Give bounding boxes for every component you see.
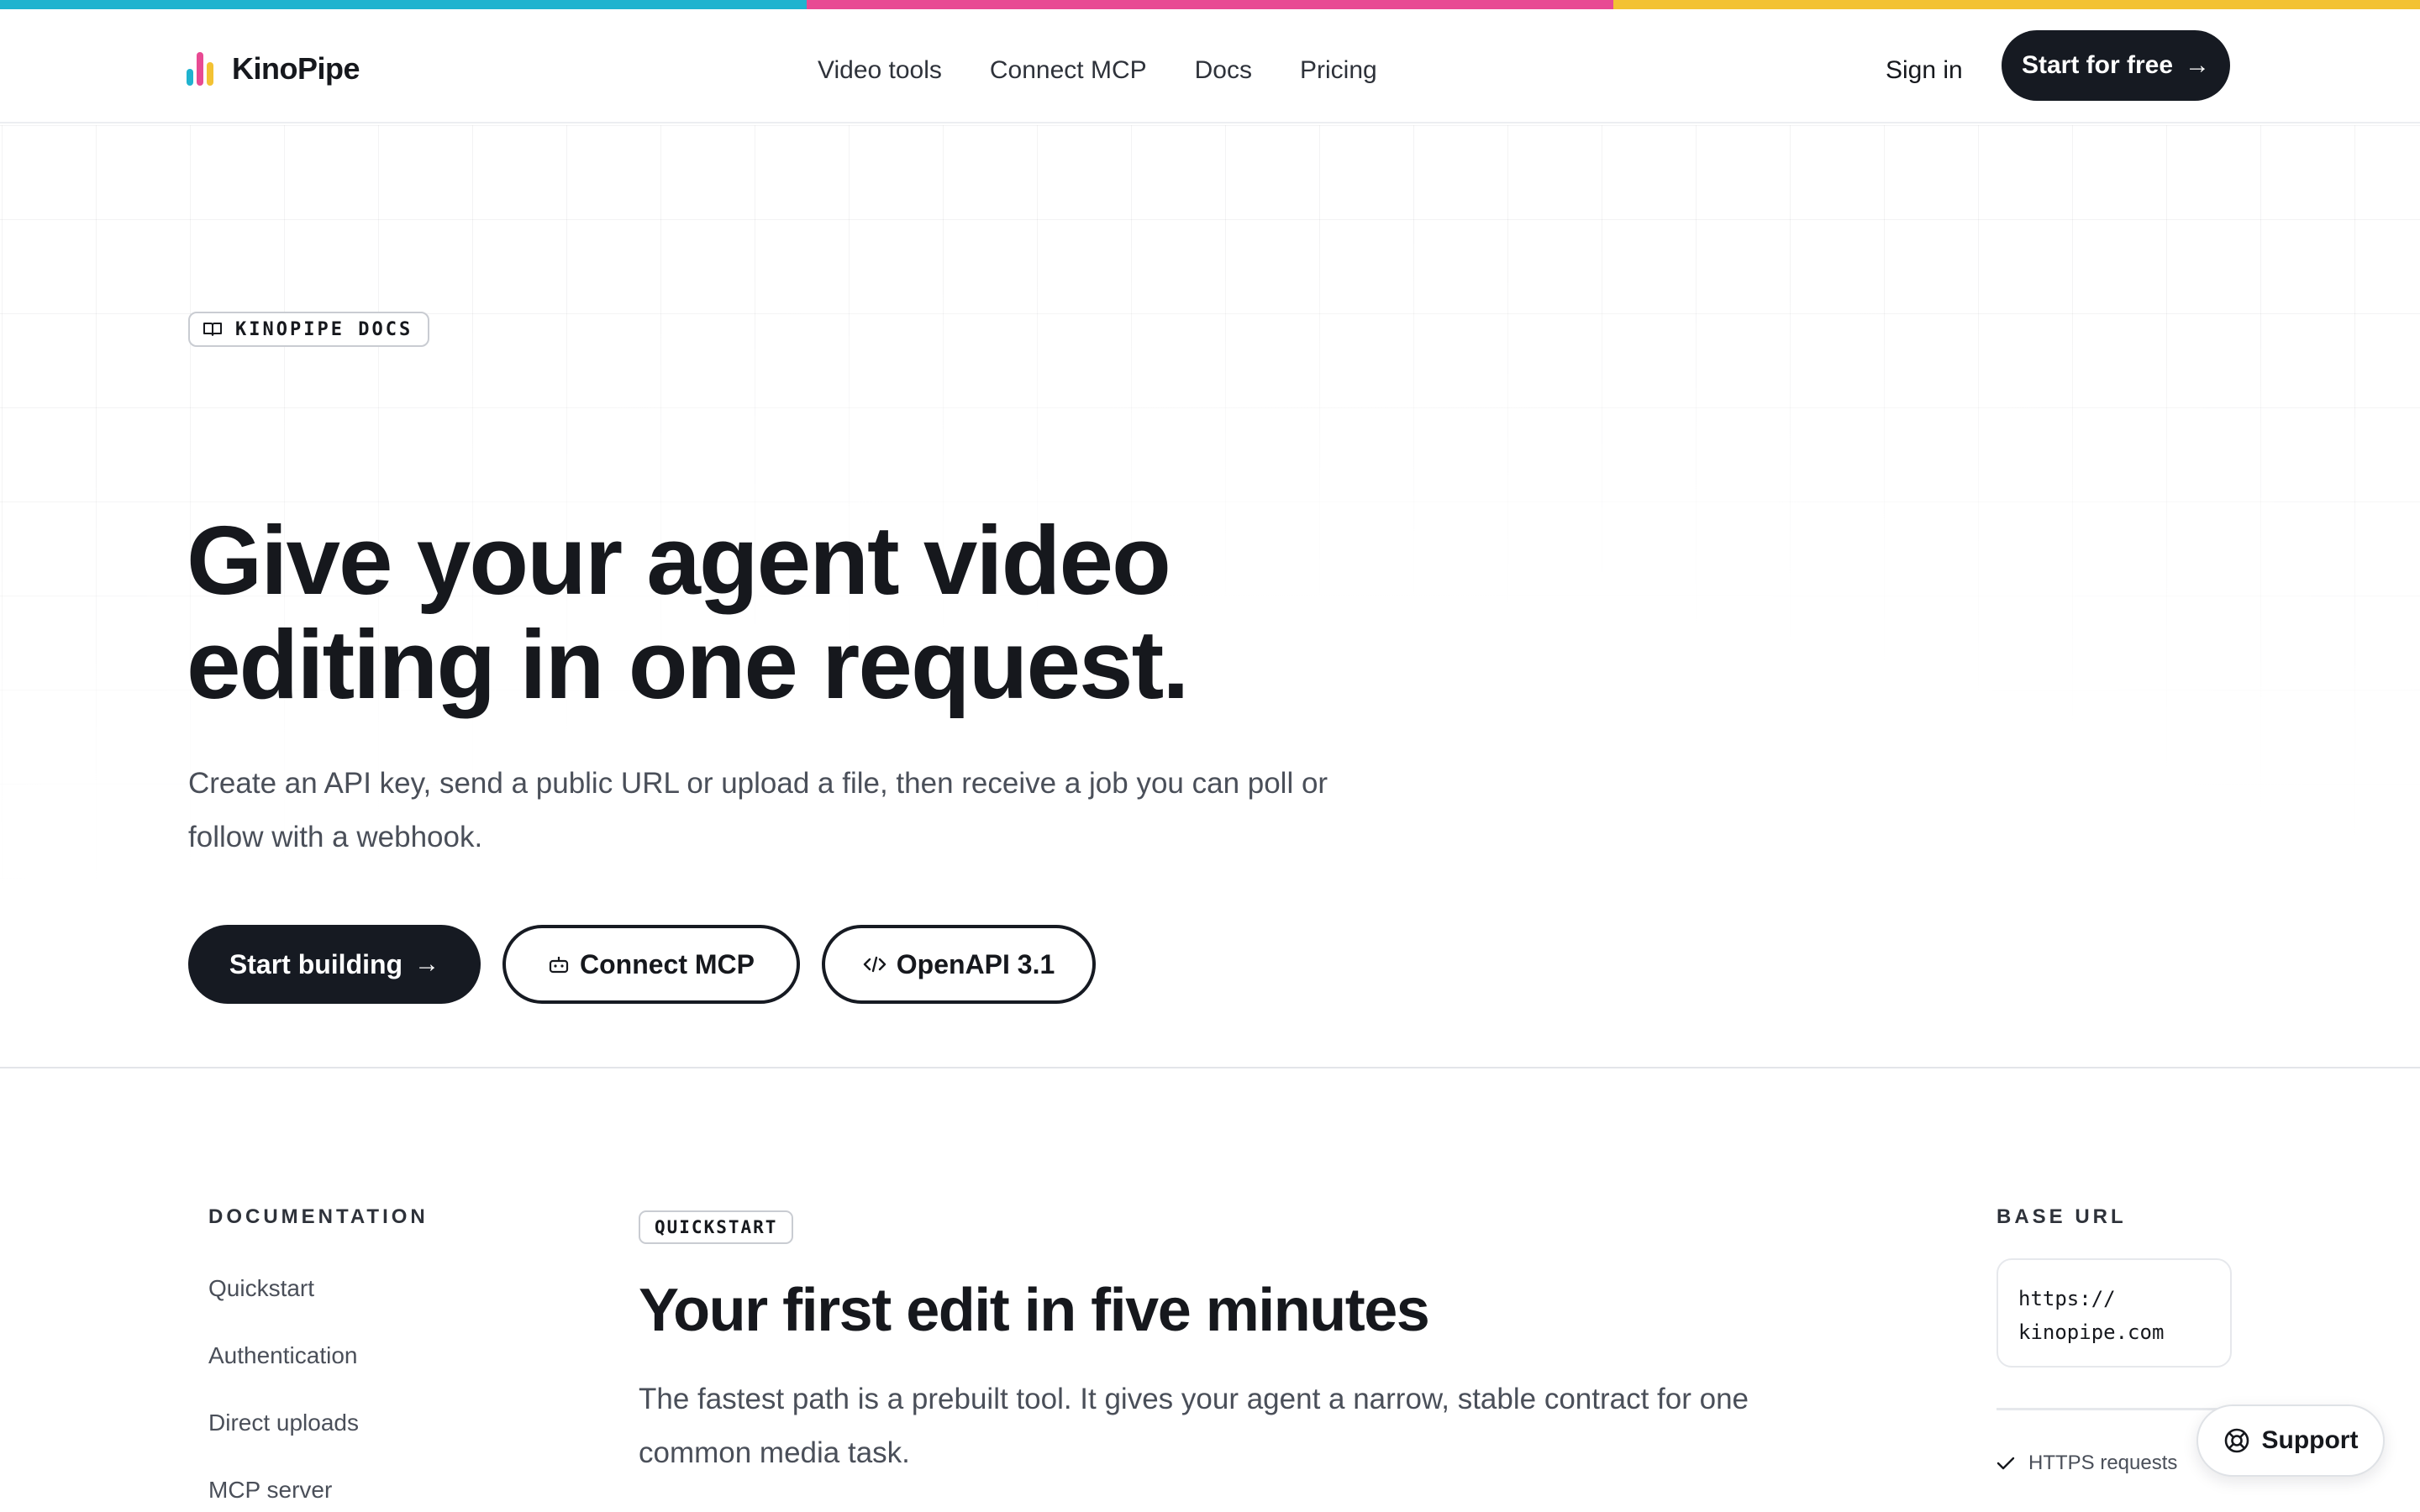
- arrow-right-icon: →: [414, 950, 440, 978]
- https-requests-label: HTTPS requests: [2028, 1452, 2178, 1474]
- sidebar-item-mcp-server[interactable]: MCP server: [208, 1468, 359, 1512]
- stripe-yellow: [1613, 0, 2420, 9]
- hero-section: KINOPIPE DOCS Give your agent video edit…: [0, 125, 2420, 1068]
- support-button[interactable]: Support: [2196, 1404, 2385, 1477]
- base-url-box: https:// kinopipe.com: [1996, 1258, 2232, 1368]
- hero-title: Give your agent video editing in one req…: [187, 508, 1447, 717]
- lifebuoy-icon: [2224, 1428, 2249, 1453]
- site-header: KinoPipe Video tools Connect MCP Docs Pr…: [0, 9, 2420, 123]
- aside-divider: [1996, 1408, 2240, 1410]
- stripe-blue: [0, 0, 807, 9]
- sidebar-heading: DOCUMENTATION: [208, 1205, 429, 1228]
- hero-subtitle: Create an API key, send a public URL or …: [188, 767, 1328, 853]
- docs-sidebar-nav: Quickstart Authentication Direct uploads…: [208, 1267, 359, 1512]
- sidebar-item-direct-uploads[interactable]: Direct uploads: [208, 1401, 359, 1468]
- openapi-label: OpenAPI 3.1: [896, 948, 1055, 979]
- quickstart-title: Your first edit in five minutes: [639, 1277, 1430, 1344]
- sidebar-item-quickstart[interactable]: Quickstart: [208, 1267, 359, 1334]
- code-icon: [863, 956, 886, 973]
- https-requests-item: HTTPS requests: [1996, 1452, 2177, 1475]
- section-divider: [0, 1067, 2420, 1068]
- main-nav: Video tools Connect MCP Docs Pricing: [818, 53, 1425, 88]
- connect-mcp-label: Connect MCP: [580, 948, 755, 979]
- brand-logo[interactable]: KinoPipe: [187, 51, 360, 87]
- nav-connect-mcp[interactable]: Connect MCP: [990, 53, 1147, 88]
- support-label: Support: [2261, 1426, 2359, 1454]
- arrow-right-icon: →: [2185, 51, 2211, 79]
- hero-actions: Start building → Connect MCP OpenAPI 3.1: [188, 925, 1118, 1004]
- sidebar-item-authentication[interactable]: Authentication: [208, 1334, 359, 1401]
- start-for-free-button[interactable]: Start for free →: [2002, 30, 2230, 101]
- robot-icon: [549, 957, 569, 974]
- logo-bars-icon: [187, 52, 215, 86]
- start-building-label: Start building: [229, 948, 403, 979]
- quickstart-badge: QUICKSTART: [639, 1210, 794, 1244]
- connect-mcp-button[interactable]: Connect MCP: [502, 925, 800, 1004]
- stripe-pink: [807, 0, 1613, 9]
- check-icon: [1996, 1457, 2015, 1470]
- start-for-free-label: Start for free: [2021, 51, 2174, 79]
- hero-title-line-1: Give your agent video: [187, 506, 1171, 615]
- book-icon: [203, 323, 222, 336]
- docs-badge: KINOPIPE DOCS: [188, 312, 430, 347]
- openapi-button[interactable]: OpenAPI 3.1: [822, 925, 1096, 1004]
- start-building-button[interactable]: Start building →: [188, 925, 481, 1004]
- quickstart-body: The fastest path is a prebuilt tool. It …: [639, 1383, 1749, 1469]
- base-url-heading: BASE URL: [1996, 1205, 2127, 1228]
- brand-color-stripe: [0, 0, 2420, 9]
- docs-badge-label: KINOPIPE DOCS: [235, 318, 413, 340]
- hero-title-line-2: editing in one request.: [187, 610, 1189, 719]
- sign-in-link[interactable]: Sign in: [1886, 53, 1963, 88]
- brand-name: KinoPipe: [232, 51, 360, 86]
- base-url-line-1: https://: [2018, 1287, 2116, 1310]
- base-url-line-2: kinopipe.com: [2018, 1320, 2165, 1344]
- nav-pricing[interactable]: Pricing: [1300, 53, 1377, 88]
- nav-docs[interactable]: Docs: [1195, 53, 1252, 88]
- nav-video-tools[interactable]: Video tools: [818, 53, 942, 88]
